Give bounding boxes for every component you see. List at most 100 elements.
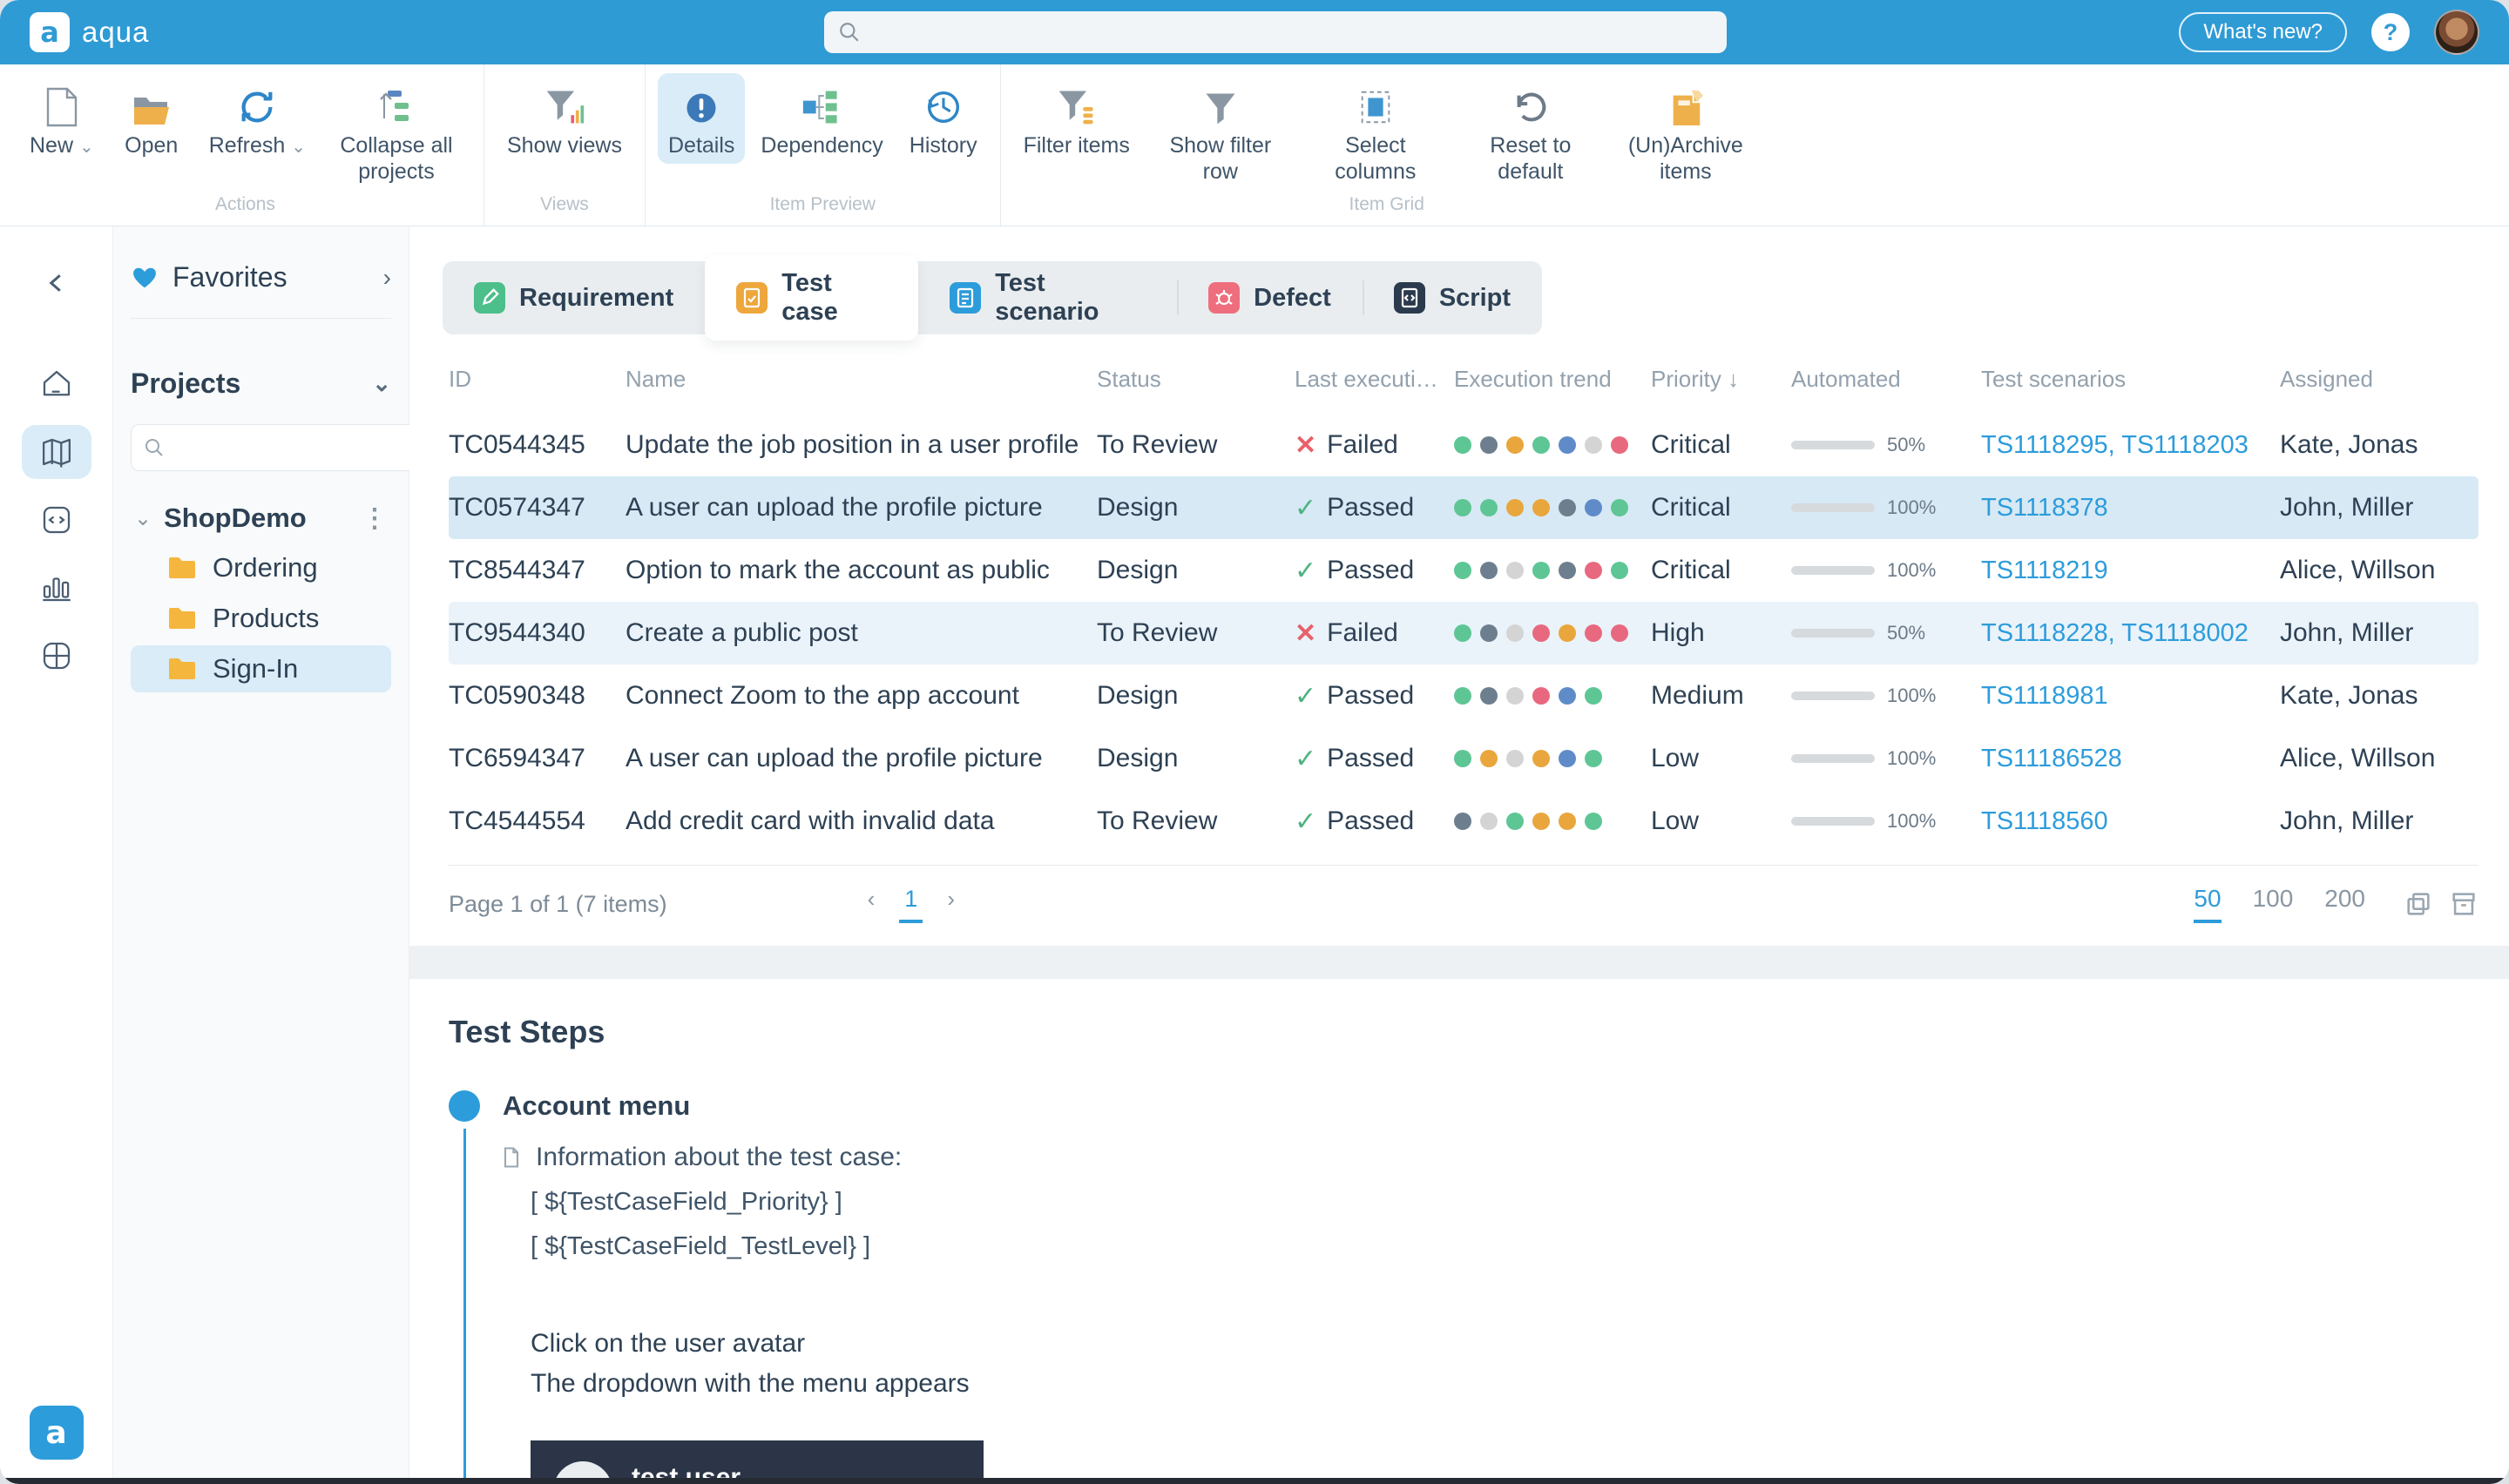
- table-row-TC4544554[interactable]: TC4544554Add credit card with invalid da…: [449, 790, 2479, 853]
- test-scenario-link[interactable]: TS1118295, TS1118203: [1981, 431, 2249, 459]
- user-avatar[interactable]: [2434, 10, 2479, 55]
- test-scenario-link[interactable]: TS1118228, TS1118002: [1981, 619, 2249, 647]
- button-label: Show views: [507, 132, 622, 159]
- cell-status: To Review: [1097, 618, 1295, 648]
- cell-status: Design: [1097, 556, 1295, 585]
- projects-header[interactable]: Projects ⌄: [131, 368, 391, 400]
- rail-item-reports[interactable]: [22, 561, 91, 615]
- automation-progress-bar: [1791, 503, 1875, 512]
- rail-item-scripts[interactable]: [22, 493, 91, 547]
- show-filter-row-button[interactable]: Show filter row: [1146, 73, 1295, 190]
- table-row-TC0590348[interactable]: TC0590348Connect Zoom to the app account…: [449, 664, 2479, 727]
- tab-script[interactable]: Script: [1363, 261, 1542, 334]
- rail-item-home[interactable]: [22, 357, 91, 411]
- folder-item-ordering[interactable]: Ordering: [131, 544, 391, 591]
- page-size-50[interactable]: 50: [2194, 885, 2221, 923]
- next-page-button[interactable]: ›: [947, 886, 955, 913]
- tab-test-scenario[interactable]: Test scenario: [918, 261, 1177, 334]
- select-columns-button[interactable]: Select columns: [1301, 73, 1451, 190]
- cell-assigned: John, Miller: [2280, 806, 2472, 836]
- column-header-priority[interactable]: Priority ↓: [1651, 366, 1791, 393]
- cell-id: TC0544345: [449, 430, 626, 460]
- test-scenario-link[interactable]: TS11186528: [1981, 745, 2122, 772]
- column-header-name[interactable]: Name: [626, 366, 1097, 393]
- step-name[interactable]: Account menu: [503, 1090, 690, 1122]
- test-scenario-link[interactable]: TS1118981: [1981, 682, 2108, 710]
- column-header-automated[interactable]: Automated: [1791, 366, 1981, 393]
- table-row-TC6594347[interactable]: TC6594347A user can upload the profile p…: [449, 727, 2479, 790]
- folder-item-sign-in[interactable]: Sign-In: [131, 645, 391, 692]
- cell-status: To Review: [1097, 430, 1295, 460]
- project-sidebar: Favorites › Projects ⌄ ⌄ ⌄ShopDemo⋮Order…: [113, 226, 409, 1484]
- kebab-menu-icon[interactable]: ⋮: [362, 503, 388, 534]
- test-scenario-icon: [950, 282, 981, 314]
- collapse-all-projects-button[interactable]: Collapse all projects: [321, 73, 471, 190]
- open-button[interactable]: Open: [110, 73, 193, 164]
- copy-icon[interactable]: [2404, 889, 2433, 919]
- global-search-input[interactable]: [871, 18, 1713, 47]
- trend-dot: [1480, 436, 1498, 454]
- show-views-button[interactable]: Show views: [497, 73, 632, 164]
- filter-items-button[interactable]: Filter items: [1013, 73, 1140, 164]
- cell-assigned: Alice, Willson: [2280, 556, 2472, 585]
- aqua-logo[interactable]: a aqua: [30, 12, 149, 52]
- cell-id: TC6594347: [449, 744, 626, 773]
- history-button[interactable]: History: [899, 73, 988, 164]
- dependency-button[interactable]: Dependency: [750, 73, 893, 164]
- table-row-TC0544345[interactable]: TC0544345Update the job position in a us…: [449, 414, 2479, 476]
- new-button[interactable]: New ⌄: [19, 73, 105, 165]
- button-label: (Un)Archive items: [1621, 132, 1750, 185]
- trend-dot: [1585, 436, 1602, 454]
- tab-test-case[interactable]: Test case: [705, 255, 918, 341]
- refresh-button[interactable]: Refresh ⌄: [199, 73, 316, 165]
- tab-label: Requirement: [519, 284, 673, 313]
- test-scenario-link[interactable]: TS1118219: [1981, 556, 2108, 584]
- cell-name: A user can upload the profile picture: [626, 493, 1097, 523]
- test-scenario-link[interactable]: TS1118378: [1981, 494, 2108, 522]
- current-page[interactable]: 1: [899, 886, 923, 923]
- section-divider-band: [409, 946, 2509, 979]
- tab-requirement[interactable]: Requirement: [443, 261, 705, 334]
- column-header-execution-trend[interactable]: Execution trend: [1454, 366, 1651, 393]
- table-row-TC9544340[interactable]: TC9544340Create a public postTo Review✕F…: [449, 602, 2479, 664]
- trend-dot: [1506, 624, 1524, 642]
- un-archive-items-button[interactable]: (Un)Archive items: [1611, 73, 1761, 190]
- cell-execution-trend: [1454, 624, 1651, 642]
- favorites-expand-icon[interactable]: ›: [383, 264, 391, 292]
- tab-defect[interactable]: Defect: [1177, 261, 1363, 334]
- projects-collapse-icon[interactable]: ⌄: [372, 370, 391, 397]
- help-button[interactable]: ?: [2371, 13, 2410, 51]
- rail-item-projects[interactable]: [22, 425, 91, 479]
- trend-dot: [1506, 750, 1524, 767]
- rail-item-dashboards[interactable]: [22, 629, 91, 683]
- window-bottom-edge: [0, 1478, 2509, 1484]
- page-summary: Page 1 of 1 (7 items): [449, 891, 667, 918]
- test-scenario-link[interactable]: TS1118560: [1981, 807, 2108, 835]
- table-row-TC0574347[interactable]: TC0574347A user can upload the profile p…: [449, 476, 2479, 539]
- details-button[interactable]: Details: [658, 73, 745, 164]
- project-root-shopdemo[interactable]: ⌄ShopDemo⋮: [131, 496, 391, 541]
- column-header-status[interactable]: Status: [1097, 366, 1295, 393]
- collapse-sidebar-button[interactable]: [22, 256, 91, 310]
- page-size-200[interactable]: 200: [2324, 885, 2365, 913]
- button-label: Reset to default: [1466, 132, 1595, 185]
- column-header-last-executi[interactable]: Last executi…: [1295, 366, 1454, 393]
- cell-assigned: Kate, Jonas: [2280, 681, 2472, 711]
- favorites-row[interactable]: Favorites ›: [131, 261, 391, 293]
- projects-label: Projects: [131, 368, 240, 400]
- prev-page-button[interactable]: ‹: [868, 886, 876, 913]
- failed-icon: ✕: [1295, 618, 1316, 649]
- new-document-icon: [44, 82, 79, 127]
- whats-new-button[interactable]: What's new?: [2179, 12, 2347, 52]
- archive-box-icon[interactable]: [2449, 889, 2479, 919]
- cell-automated: 100%: [1791, 559, 1981, 582]
- column-header-assigned[interactable]: Assigned: [2280, 366, 2472, 393]
- reset-to-default-button[interactable]: Reset to default: [1456, 73, 1606, 190]
- column-header-id[interactable]: ID: [449, 366, 626, 393]
- page-size-100[interactable]: 100: [2253, 885, 2294, 913]
- folder-item-products[interactable]: Products: [131, 595, 391, 642]
- chevron-down-icon[interactable]: ⌄: [134, 506, 152, 531]
- global-search[interactable]: [824, 11, 1727, 53]
- column-header-test-scenarios[interactable]: Test scenarios: [1981, 366, 2280, 393]
- table-row-TC8544347[interactable]: TC8544347Option to mark the account as p…: [449, 539, 2479, 602]
